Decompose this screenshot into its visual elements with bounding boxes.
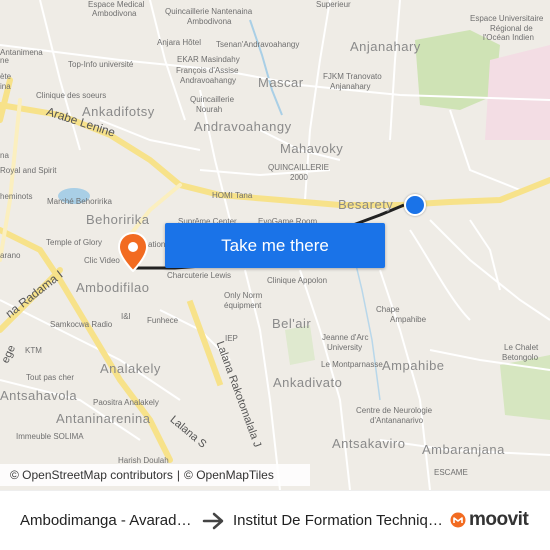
poi-label: Clinique Appolon [267,276,328,285]
poi-label: François d'Assise [176,66,239,75]
poi-label: Immeuble SOLIMA [16,432,84,441]
poi-label: Samkocwa Radio [50,320,113,329]
poi-label: l'Océan Indien [483,33,534,42]
poi-label: Royal and Spirit [0,166,57,175]
poi-label: Marché Behoririka [47,197,112,206]
poi-label: Tsenan'Andravoahangy [216,40,300,49]
origin-stop-name: Ambodimanga - Avaradoha [20,512,196,529]
poi-label: ne [0,56,9,65]
district-label: Andravoahangy [194,119,292,134]
poi-label: Régional de [490,24,533,33]
poi-label: Espace Medical [88,0,145,9]
poi-label: EKAR Masindahy [177,55,240,64]
poi-label: FJKM Tranovato [323,72,382,81]
poi-label: Funhece [147,316,179,325]
poi-label: Temple of Glory [46,238,103,247]
poi-label: Top-Info université [68,60,134,69]
poi-label: QUINCAILLERIE [268,163,329,172]
poi-label: heminots [0,192,33,201]
poi-label: Jeanne d'Arc [322,333,369,342]
poi-label: Anjanahary [330,82,371,91]
poi-label: Andravoahangy [180,76,237,85]
district-label: Antsakaviro [332,436,406,451]
poi-label: Quincaillerie Nantenaina [165,7,253,16]
district-label: Antaninarenina [56,411,151,426]
poi-label: University [327,343,363,352]
map-attribution: © OpenStreetMap contributors | © OpenMap… [0,464,310,486]
trip-footer: Ambodimanga - Avaradoha Institut De Form… [0,490,550,550]
poi-label: Le Montparnasse [321,360,383,369]
osm-attribution-link[interactable]: © OpenStreetMap contributors [10,468,173,482]
district-label: Ampahibe [382,358,445,373]
destination-stop-name: Institut De Formation Technique [233,512,443,529]
poi-label: Betongolo [502,353,539,362]
poi-label: Le Chalet [504,343,539,352]
moovit-logo-icon [450,512,466,528]
district-label: Behoririka [86,212,150,227]
poi-label: HOMI Tana [212,191,253,200]
poi-label: Nourah [196,105,223,114]
poi-label: Clic Video [84,256,120,265]
poi-label: na [0,151,9,160]
poi-label: I&I [121,312,131,321]
moovit-brand-text: moovit [469,509,529,530]
park-area [285,325,315,365]
poi-label: 2000 [290,173,308,182]
district-label: Ankadivato [273,375,343,390]
district-label: Besarety [338,197,394,212]
poi-label: ation [148,240,166,249]
district-label: Bel'air [272,316,312,331]
poi-label: Anjara Hôtel [157,38,202,47]
attribution-separator: | [176,468,181,482]
poi-label: Tout pas cher [26,373,75,382]
district-label: Mahavoky [280,141,344,156]
poi-label: Ambodivona [187,17,232,26]
poi-label: Superieur [316,0,351,9]
poi-label: Charcuterie Lewis [167,271,232,280]
district-label: Mascar [258,75,304,90]
poi-label: d'Antananarivo [370,416,424,425]
poi-label: arano [0,251,21,260]
poi-label: Centre de Neurologie [356,406,433,415]
poi-label: IEP [225,334,238,343]
district-label: Ambodifilao [76,280,150,295]
district-label: Antsahavola [0,388,78,403]
poi-label: Ambodivona [92,9,137,18]
district-label: Ambaranjana [422,442,505,457]
omt-attribution-link[interactable]: © OpenMapTiles [184,468,274,482]
destination-pin-icon[interactable] [118,232,148,272]
poi-label: Chape [376,305,400,314]
moovit-logo[interactable]: moovit [450,509,529,531]
poi-label: ina [0,82,11,91]
district-label: Ankadifotsy [82,104,155,119]
campus-area [485,45,550,140]
poi-label: KTM [25,346,42,355]
poi-label: équipment [224,301,262,310]
district-label: Anjanahary [350,39,421,54]
poi-label: ète [0,72,12,81]
poi-label: Espace Universitaire [470,14,544,23]
poi-label: Clinique des soeurs [36,91,107,100]
poi-label: Only Norm [224,291,263,300]
origin-marker[interactable] [404,194,426,216]
map[interactable]: Anjanahary Ankadifotsy Andravoahangy Mas… [0,0,550,490]
arrow-right-icon [202,512,224,530]
poi-label: Paositra Analakely [93,398,159,407]
poi-label: ESCAME [434,468,468,477]
poi-label: Ampahibe [390,315,427,324]
take-me-there-button[interactable]: Take me there [165,223,385,268]
district-label: Analakely [100,361,161,376]
river [249,19,283,116]
poi-label: Quincaillerie [190,95,235,104]
